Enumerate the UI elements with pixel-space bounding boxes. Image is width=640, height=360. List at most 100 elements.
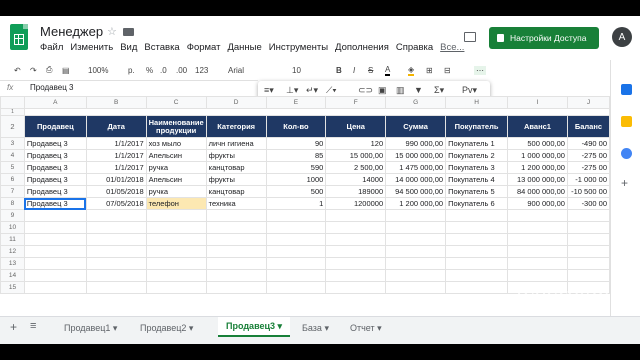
table-cell[interactable]: 13 000 000,00 [507, 173, 568, 186]
row-header[interactable]: 5 [0, 161, 25, 174]
table-cell[interactable] [85, 221, 147, 234]
header-cell[interactable]: Аванс1 [507, 115, 568, 138]
header-cell[interactable]: Продавец [23, 115, 87, 138]
merge-cells-icon[interactable]: ⊟ [444, 66, 451, 75]
table-cell[interactable]: 2 500,00 [325, 161, 387, 174]
table-cell[interactable]: 189000 [325, 185, 387, 198]
table-cell[interactable]: 85 [265, 149, 327, 162]
share-button[interactable]: Настройки Доступа [489, 27, 599, 49]
table-cell[interactable] [23, 257, 87, 270]
table-cell[interactable]: Продавец 3 [23, 173, 87, 186]
table-cell[interactable]: -275 00 [566, 161, 610, 174]
menu-edit[interactable]: Изменить [70, 42, 113, 53]
table-cell[interactable] [265, 269, 327, 282]
table-cell[interactable]: Покупатель 6 [445, 197, 508, 210]
decimal-decrease-button[interactable]: .0 [160, 66, 167, 75]
menu-help[interactable]: Справка [396, 42, 433, 53]
column-header[interactable]: G [385, 96, 447, 109]
table-cell[interactable]: 1 200 000,00 [507, 161, 568, 174]
font-size-select[interactable]: 10 [292, 66, 301, 75]
table-cell[interactable] [265, 281, 327, 294]
header-cell[interactable]: Цена [325, 115, 387, 138]
row-header[interactable]: 8 [0, 197, 25, 210]
table-cell[interactable] [325, 257, 387, 270]
column-header[interactable]: F [325, 96, 387, 109]
valign-icon[interactable]: ⊥▾ [286, 85, 298, 96]
header-cell[interactable]: Наименование продукции [145, 115, 207, 138]
table-cell[interactable] [205, 269, 267, 282]
table-cell[interactable]: 1 475 000,00 [385, 161, 447, 174]
table-cell[interactable]: Продавец 3 [23, 149, 87, 162]
table-cell[interactable]: 01/05/2018 [85, 185, 147, 198]
table-cell[interactable]: Покупатель 1 [445, 137, 508, 150]
table-cell[interactable] [23, 221, 87, 234]
text-color-button[interactable]: A [385, 65, 391, 76]
table-cell[interactable]: 94 500 000,00 [385, 185, 447, 198]
table-cell[interactable] [325, 269, 387, 282]
zoom-select[interactable]: 100% [88, 66, 108, 75]
table-cell[interactable] [145, 233, 207, 246]
table-cell[interactable] [205, 281, 267, 294]
add-addon-icon[interactable]: + [621, 176, 628, 190]
table-cell[interactable] [205, 257, 267, 270]
column-header[interactable]: C [145, 96, 207, 109]
table-cell[interactable] [445, 221, 508, 234]
table-cell[interactable]: 1 200 000,00 [385, 197, 447, 210]
row-header[interactable]: 6 [0, 173, 25, 186]
formula-input[interactable]: Продавец 3 [30, 83, 73, 92]
table-cell[interactable] [507, 269, 568, 282]
table-cell[interactable] [385, 269, 447, 282]
table-cell[interactable]: 900 000,00 [507, 197, 568, 210]
table-cell[interactable] [445, 245, 508, 258]
table-cell[interactable] [85, 209, 147, 222]
table-cell[interactable]: фрукты [205, 149, 267, 162]
menu-insert[interactable]: Вставка [144, 42, 179, 53]
table-cell[interactable] [265, 209, 327, 222]
currency-button[interactable]: р. [128, 66, 135, 75]
document-title[interactable]: Менеджер [40, 24, 103, 39]
redo-icon[interactable]: ↷ [30, 66, 37, 75]
table-cell[interactable] [145, 221, 207, 234]
table-cell[interactable] [265, 245, 327, 258]
more-options-icon[interactable]: ⋯ [474, 65, 486, 75]
table-cell[interactable]: техника [205, 197, 267, 210]
row-header[interactable]: 10 [0, 221, 25, 234]
bold-button[interactable]: B [336, 66, 342, 75]
align-icon[interactable]: ≡▾ [264, 85, 274, 96]
tab-sheet[interactable]: Продавец2 ▾ [140, 323, 193, 334]
table-cell[interactable]: Продавец 3 [23, 161, 87, 174]
table-cell[interactable] [145, 269, 207, 282]
table-cell[interactable] [566, 233, 610, 246]
table-cell[interactable] [23, 209, 87, 222]
menu-data[interactable]: Данные [227, 42, 261, 53]
comment-icon[interactable] [464, 32, 476, 42]
table-cell[interactable]: -1 000 00 [566, 173, 610, 186]
table-cell[interactable] [23, 108, 610, 116]
table-cell[interactable] [385, 245, 447, 258]
table-cell[interactable] [445, 269, 508, 282]
row-header[interactable]: 4 [0, 149, 25, 162]
table-cell[interactable]: 15 000 000,00 [385, 149, 447, 162]
italic-button[interactable]: I [353, 66, 355, 75]
table-cell[interactable]: 1000 [265, 173, 327, 186]
strikethrough-button[interactable]: S [368, 66, 373, 75]
borders-icon[interactable]: ⊞ [426, 66, 433, 75]
filter-icon[interactable]: ▼ [414, 85, 423, 95]
header-cell[interactable]: Покупатель [445, 115, 508, 138]
table-cell[interactable]: 1/1/2017 [85, 149, 147, 162]
tab-sheet-active[interactable]: Продавец3 ▾ [218, 317, 291, 337]
table-cell[interactable] [205, 233, 267, 246]
table-cell[interactable] [445, 233, 508, 246]
table-cell[interactable]: 14000 [325, 173, 387, 186]
folder-icon[interactable] [123, 28, 134, 36]
table-cell[interactable]: 590 [265, 161, 327, 174]
table-cell[interactable]: 15 000,00 [325, 149, 387, 162]
table-cell[interactable]: 120 [325, 137, 387, 150]
fill-color-icon[interactable]: ◈ [408, 65, 415, 76]
table-cell[interactable] [385, 221, 447, 234]
table-cell[interactable] [325, 209, 387, 222]
column-header[interactable]: H [445, 96, 508, 109]
calendar-icon[interactable] [621, 84, 632, 95]
table-cell[interactable] [85, 269, 147, 282]
table-cell[interactable]: фрукты [205, 173, 267, 186]
